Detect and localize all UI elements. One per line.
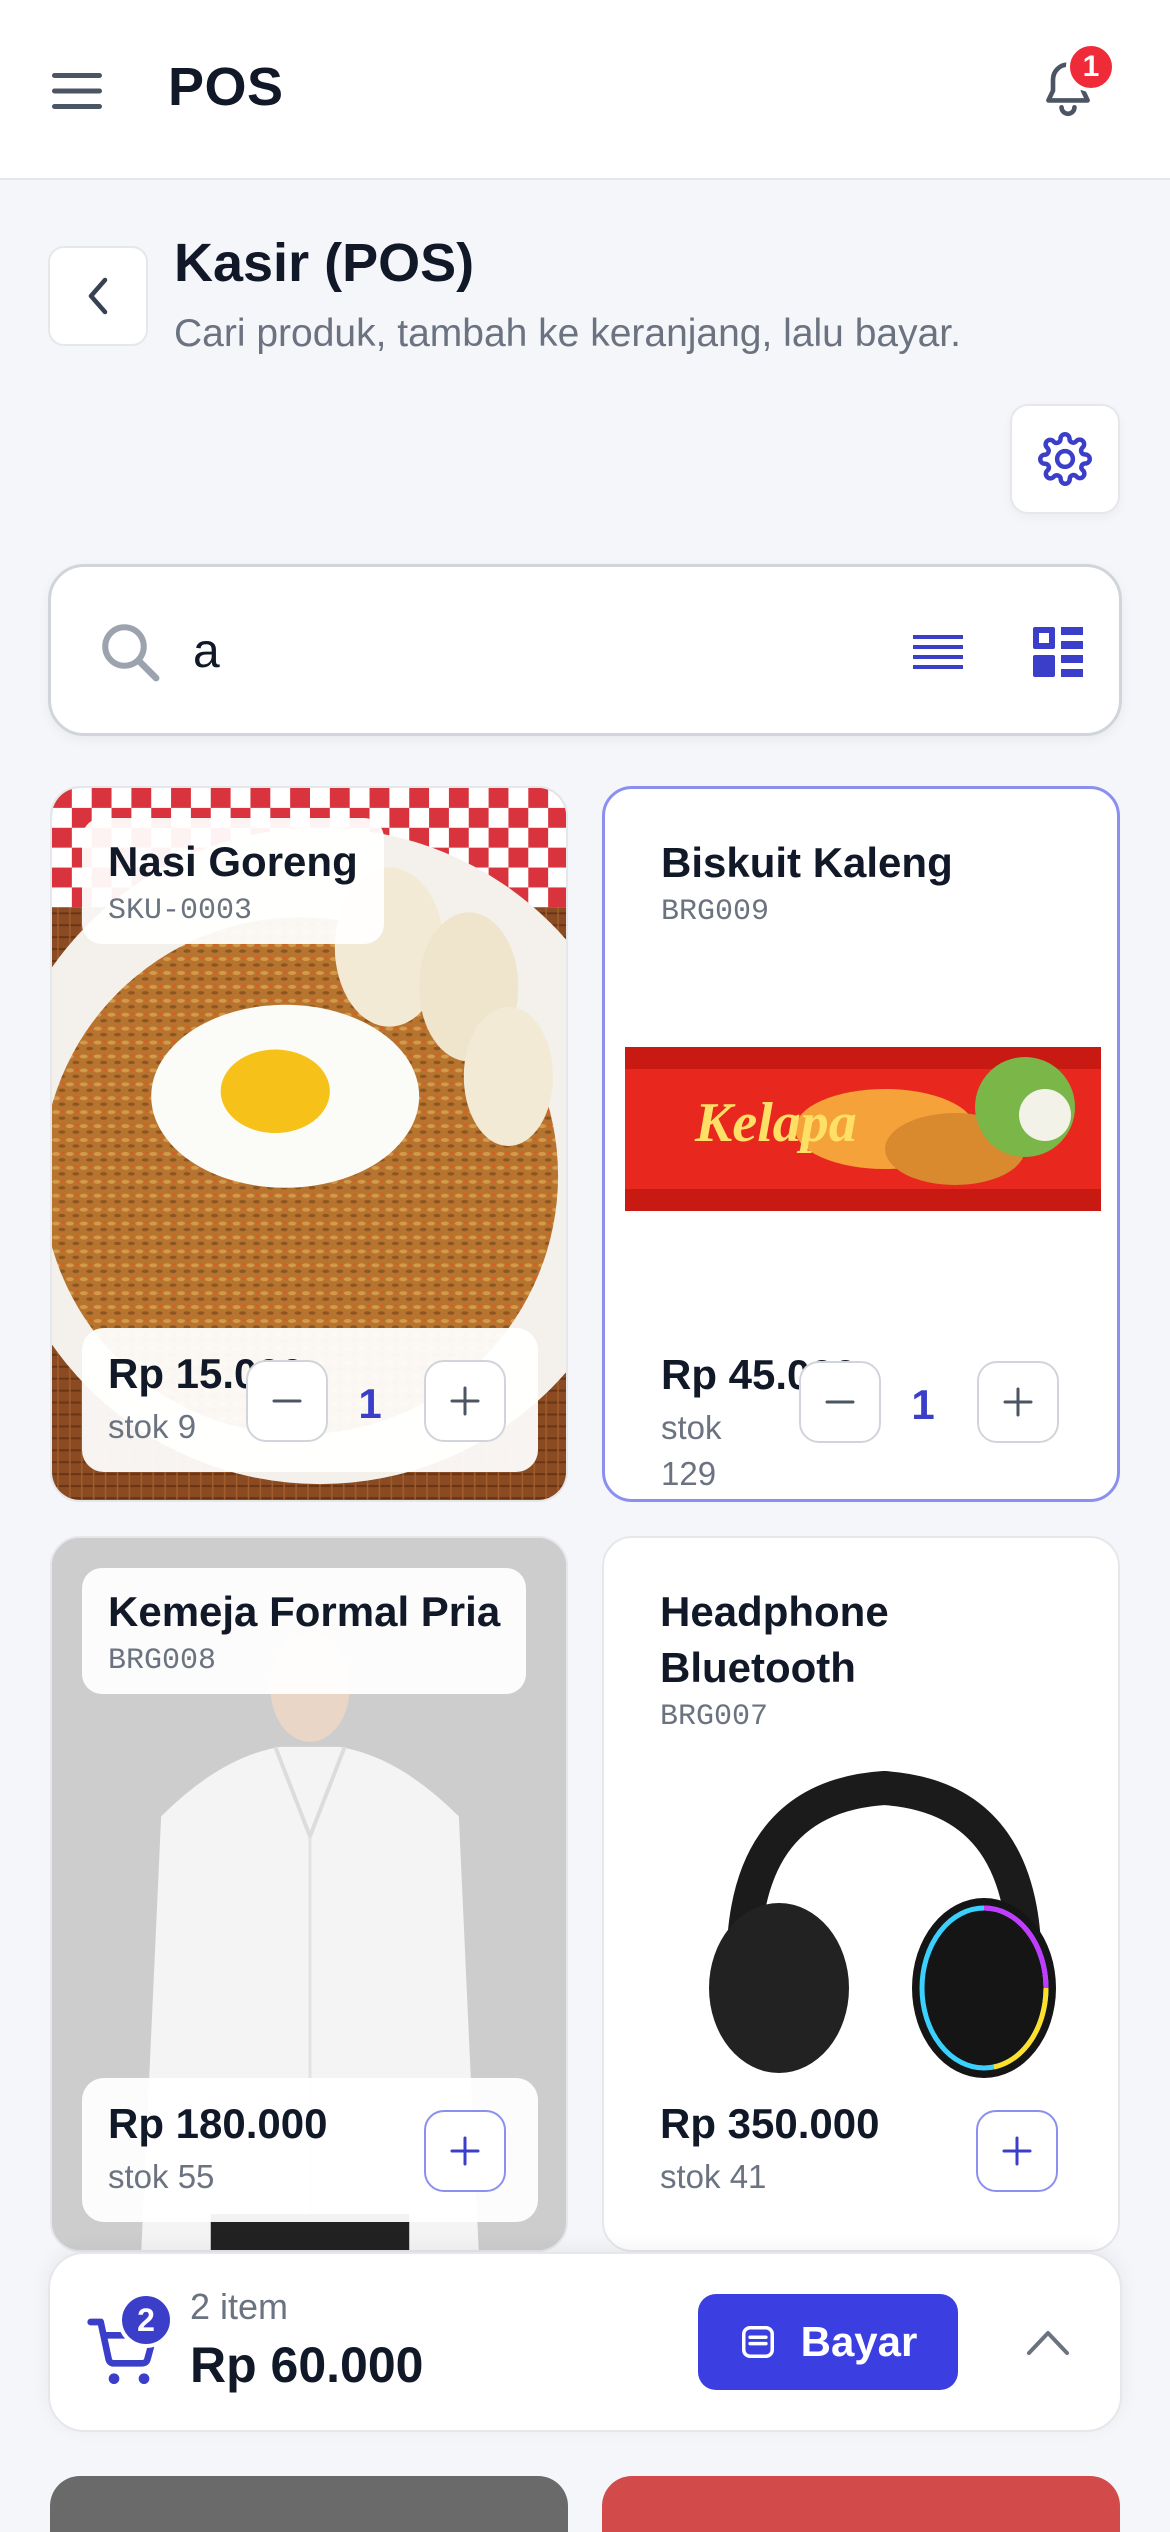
product-price-box: Rp 45.000 stok 129 1	[635, 1329, 1091, 1492]
settings-button[interactable]	[1010, 404, 1120, 514]
page-title: Kasir (POS)	[174, 233, 475, 293]
quantity-value: 1	[911, 1381, 935, 1428]
pay-button-label: Bayar	[800, 2318, 918, 2365]
add-to-cart-button[interactable]	[424, 2110, 506, 2192]
app-bar: POS 1	[0, 0, 1170, 180]
headphone-image	[709, 1770, 1056, 2078]
product-stock: stok 41	[660, 2158, 767, 2195]
product-card-partial[interactable]	[602, 2476, 1120, 2532]
product-name-box: Kemeja Formal Pria BRG008	[82, 1568, 527, 1694]
app-title: POS	[168, 57, 284, 117]
product-sku: BRG008	[108, 1644, 217, 1678]
cart-count-badge: 2	[118, 2292, 174, 2348]
product-stock: stok 55	[108, 2158, 215, 2195]
search-bar	[48, 564, 1122, 736]
plus-icon	[450, 2136, 480, 2166]
search-input[interactable]	[193, 611, 893, 691]
product-name-box: Nasi Goreng SKU-0003	[82, 818, 384, 944]
plus-icon	[1002, 2136, 1032, 2166]
product-name-line1: Headphone	[660, 1588, 889, 1635]
notification-badge: 1	[1066, 42, 1116, 92]
minus-icon	[825, 1400, 855, 1404]
product-name: Nasi Goreng	[108, 838, 358, 885]
search-icon	[102, 624, 160, 682]
product-name-line2: Bluetooth	[660, 1644, 856, 1691]
product-price: Rp 180.000	[108, 2100, 328, 2147]
decrease-qty-button[interactable]	[799, 1361, 881, 1443]
gear-icon	[1038, 432, 1092, 486]
increase-qty-button[interactable]	[977, 1361, 1059, 1443]
menu-button[interactable]	[40, 54, 114, 128]
product-card-kemeja-formal-pria[interactable]: Kemeja Formal Pria BRG008 Rp 180.000 sto…	[50, 1536, 568, 2252]
product-name-box: Headphone Bluetooth BRG007	[634, 1568, 915, 1750]
expand-cart-button[interactable]	[1010, 2304, 1086, 2380]
payment-icon	[741, 2326, 774, 2358]
product-stock: stok 129	[661, 1405, 722, 1497]
increase-qty-button[interactable]	[424, 1360, 506, 1442]
product-name-box: Biskuit Kaleng BRG009	[635, 819, 979, 945]
add-to-cart-button[interactable]	[976, 2110, 1058, 2192]
cart-summary-bar: 2 2 item Rp 60.000 Bayar	[48, 2252, 1122, 2432]
grid-view-icon	[1033, 627, 1083, 677]
product-price-box: Rp 180.000 stok 55	[82, 2078, 538, 2222]
product-card-nasi-goreng[interactable]: Nasi Goreng SKU-0003 Rp 15.000 stok 9 1	[50, 786, 568, 1502]
product-stock: stok 9	[108, 1408, 197, 1445]
biskuit-kelapa-image: Kelapa	[625, 1047, 1101, 1211]
cart-item-count: 2 item	[190, 2286, 289, 2327]
quantity-value: 1	[358, 1380, 382, 1427]
product-stock-label: stok	[661, 1409, 722, 1446]
product-sku: SKU-0003	[108, 894, 253, 928]
decrease-qty-button[interactable]	[246, 1360, 328, 1442]
product-sku: BRG009	[661, 895, 770, 929]
list-view-button[interactable]	[897, 611, 979, 693]
hamburger-icon	[52, 73, 102, 109]
grid-view-button[interactable]	[1017, 611, 1099, 693]
product-price-box: Rp 350.000 stok 41	[634, 2078, 1090, 2222]
product-name: Biskuit Kaleng	[661, 839, 953, 886]
page-subtitle: Cari produk, tambah ke keranjang, lalu b…	[174, 312, 961, 355]
product-card-partial[interactable]	[50, 2476, 568, 2532]
product-price: Rp 350.000	[660, 2100, 880, 2147]
back-button[interactable]	[48, 246, 148, 346]
plus-icon	[1003, 1387, 1033, 1417]
svg-text:Kelapa: Kelapa	[694, 1092, 857, 1154]
product-price-box: Rp 15.000 stok 9 1	[82, 1328, 538, 1472]
list-view-icon	[913, 635, 963, 669]
product-sku: BRG007	[660, 1700, 769, 1734]
product-name: Kemeja Formal Pria	[108, 1588, 501, 1635]
product-card-biskuit-kaleng[interactable]: Biskuit Kaleng BRG009 Kelapa Rp 45.000 s…	[602, 786, 1120, 1502]
chevron-up-icon	[1027, 2331, 1069, 2355]
cart-total: Rp 60.000	[190, 2337, 424, 2393]
pay-button[interactable]: Bayar	[698, 2294, 958, 2390]
product-stock-value: 129	[661, 1455, 717, 1492]
chevron-left-icon	[88, 277, 108, 315]
minus-icon	[272, 1399, 302, 1403]
plus-icon	[450, 1386, 480, 1416]
product-card-headphone-bluetooth[interactable]: Headphone Bluetooth BRG007 Rp 350.000 st…	[602, 1536, 1120, 2252]
